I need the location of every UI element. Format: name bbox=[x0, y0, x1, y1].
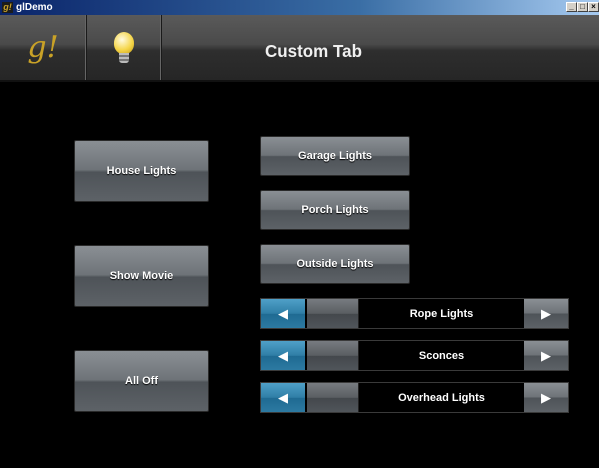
slider-thumb[interactable] bbox=[307, 299, 359, 328]
maximize-button[interactable]: □ bbox=[577, 2, 588, 12]
right-arrow-icon[interactable]: ▶ bbox=[524, 341, 568, 370]
right-arrow-icon[interactable]: ▶ bbox=[524, 383, 568, 412]
left-arrow-icon[interactable]: ◀ bbox=[261, 299, 305, 328]
right-arrow-icon[interactable]: ▶ bbox=[524, 299, 568, 328]
show-movie-button[interactable]: Show Movie bbox=[74, 245, 209, 307]
window-title: glDemo bbox=[16, 2, 53, 13]
left-arrow-icon[interactable]: ◀ bbox=[261, 383, 305, 412]
window-title-bar[interactable]: g! glDemo _ □ × bbox=[0, 0, 599, 15]
g-logo: g! bbox=[27, 30, 59, 65]
slider-label: Sconces bbox=[418, 349, 465, 362]
slider-thumb[interactable] bbox=[307, 341, 359, 370]
logo-cell[interactable]: g! bbox=[0, 15, 87, 80]
minimize-button[interactable]: _ bbox=[566, 2, 577, 12]
slider-thumb[interactable] bbox=[307, 383, 359, 412]
all-off-button[interactable]: All Off bbox=[74, 350, 209, 412]
app-icon: g! bbox=[2, 2, 13, 13]
garage-lights-button[interactable]: Garage Lights bbox=[260, 136, 410, 176]
porch-lights-button[interactable]: Porch Lights bbox=[260, 190, 410, 230]
rope-lights-slider[interactable]: ◀ Rope Lights ▶ bbox=[260, 298, 569, 329]
overhead-lights-slider[interactable]: ◀ Overhead Lights ▶ bbox=[260, 382, 569, 413]
slider-label: Overhead Lights bbox=[398, 391, 485, 404]
page-title: Custom Tab bbox=[265, 41, 362, 62]
lightbulb-cell[interactable] bbox=[87, 15, 162, 80]
slider-label: Rope Lights bbox=[409, 307, 474, 320]
left-arrow-icon[interactable]: ◀ bbox=[261, 341, 305, 370]
outside-lights-button[interactable]: Outside Lights bbox=[260, 244, 410, 284]
lightbulb-icon bbox=[114, 31, 134, 64]
sconces-slider[interactable]: ◀ Sconces ▶ bbox=[260, 340, 569, 371]
close-button[interactable]: × bbox=[588, 2, 599, 12]
house-lights-button[interactable]: House Lights bbox=[74, 140, 209, 202]
